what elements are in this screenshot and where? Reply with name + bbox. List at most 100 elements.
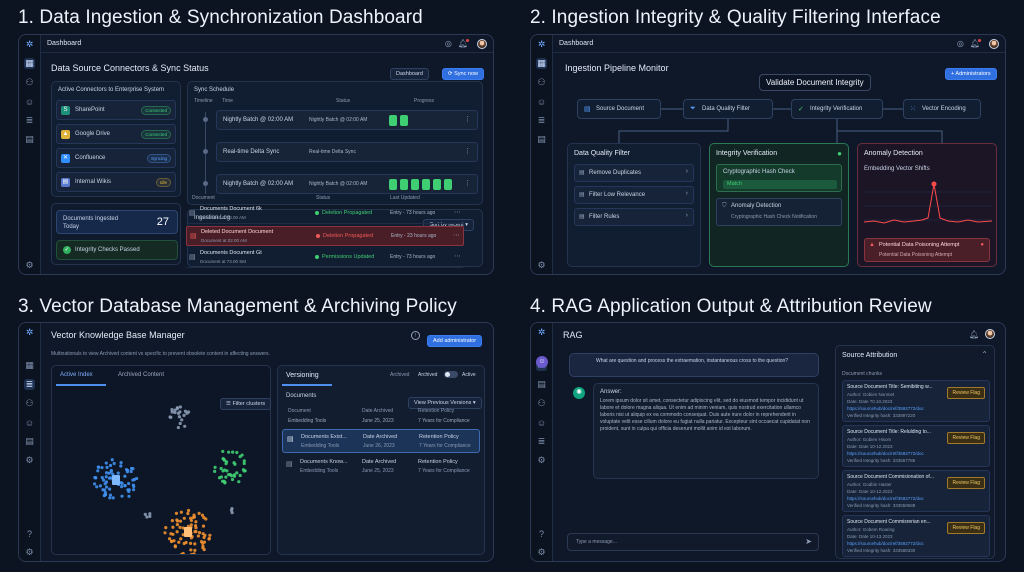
avatar[interactable] (985, 329, 995, 339)
cluster-gray[interactable] (168, 405, 191, 430)
bell-icon[interactable]: 🔔︎ (969, 330, 979, 339)
folder-icon[interactable]: ▤ (24, 436, 35, 447)
dq-item[interactable]: ▤ Remove Duplicates › (574, 164, 694, 182)
more-icon[interactable]: ⋯ (454, 252, 461, 260)
source-link[interactable]: https://sourcehub/doc/ref/3592772/doc (847, 541, 924, 546)
help-icon[interactable]: ? (536, 528, 547, 539)
settings-icon[interactable]: ⚙ (24, 455, 35, 466)
globe-icon[interactable]: ◎ (445, 39, 452, 48)
col-time: Time (222, 98, 233, 104)
log-row[interactable]: ▤ Deleted Document Document Document at 02… (186, 226, 464, 246)
more-icon[interactable]: ⋮ (464, 147, 471, 155)
poisoning-alert[interactable]: ▲ Potential Data Poisoning Attempt ● Pot… (864, 238, 990, 262)
help-icon[interactable]: ? (24, 528, 35, 539)
progress-segment (444, 179, 452, 190)
table-row-selected[interactable]: ▤ Documents Exist... Embedding Tools Dat… (282, 429, 480, 453)
schedule-row[interactable]: Nightly Batch @ 02:00 AM Nightly Batch @ … (216, 174, 478, 194)
row0-date: June 25, 2023 (362, 418, 394, 424)
source-chunk-card[interactable]: Source Document Title: Relulding to... Au… (842, 425, 990, 467)
document-icon (184, 527, 192, 537)
apps-icon[interactable]: ▦ (24, 360, 35, 371)
tab-archived[interactable]: Archived Content (118, 372, 164, 378)
review-flag-button[interactable]: Review Flag (947, 477, 985, 489)
database-icon[interactable]: ≣ (24, 115, 35, 126)
source-link[interactable]: https://sourcehub/doc/ref/3592772/doc (847, 406, 924, 411)
database-icon[interactable]: ≣ (536, 436, 547, 447)
settings-icon[interactable]: ⚙ (536, 455, 547, 466)
check-circle-icon: ● (837, 149, 842, 158)
document-icon[interactable]: ▤ (24, 134, 35, 145)
users-icon[interactable]: ⚇ (536, 398, 547, 409)
settings-icon[interactable]: ⚙ (24, 260, 35, 271)
more-icon[interactable]: ⋮ (464, 115, 471, 123)
cluster-green[interactable] (213, 449, 247, 485)
more-icon[interactable]: ⋯ (454, 208, 461, 216)
anomaly-detection-item[interactable]: ⛉ Anomaly Detection Cryptographic Hash C… (716, 198, 842, 226)
add-admin-button[interactable]: Add administrator (427, 335, 483, 347)
more-icon[interactable]: ⋮ (464, 179, 471, 187)
gear-icon[interactable]: ⚙ (536, 547, 547, 558)
review-flag-button[interactable]: Review Flag (947, 387, 985, 399)
log-row[interactable]: ▤ Documents Document 6k Document at 73.00 … (186, 204, 464, 224)
logo-icon: ✲ (25, 39, 34, 49)
connector-row[interactable]: ✕ Confluence Syncing (56, 148, 176, 168)
connector-row[interactable]: ▲ Google Drive Connected (56, 124, 176, 144)
source-chunk-card[interactable]: Source Document Title: Semibiting w... Au… (842, 380, 990, 422)
breadcrumb: Dashboard (47, 40, 82, 47)
log-row[interactable]: ▤ Documents Document Gt Document at 73.00 … (186, 248, 464, 268)
table-row[interactable]: ▤ Documents Know... Embedding Tools Date… (282, 455, 480, 479)
timeline-dot (203, 149, 208, 154)
archive-toggle[interactable] (444, 371, 458, 378)
more-icon[interactable]: ⋯ (453, 231, 460, 239)
anomaly-point (931, 181, 937, 187)
progress-segment (400, 179, 408, 190)
person-icon[interactable]: ☺ (536, 417, 547, 428)
source-link[interactable]: https://sourcehub/doc/ref/3592772/doc (847, 496, 924, 501)
source-chunk-card[interactable]: Source Document Commisrerian en... Author… (842, 515, 990, 557)
dashboard-button[interactable]: Dashboard (390, 68, 429, 80)
avatar[interactable] (477, 38, 487, 49)
warning-icon: ▲ (869, 242, 875, 248)
user-question: ☺ What are question and process the extr… (536, 353, 819, 377)
vector-shift-chart (864, 181, 992, 224)
connector-row[interactable]: ▤ Internal Wikis Idle (56, 172, 176, 192)
info-icon[interactable]: ! (411, 331, 420, 340)
person-icon[interactable]: ☺ (24, 96, 35, 107)
dq-item[interactable]: ▤ Filter Low Relevance › (574, 186, 694, 204)
cluster-small-a[interactable] (143, 512, 152, 519)
page-title: Vector Knowledge Base Manager (51, 330, 185, 340)
connector-row[interactable]: S SharePoint Connected (56, 100, 176, 120)
review-flag-button[interactable]: Review Flag (947, 432, 985, 444)
topbar: Dashboard ◎ 🔔︎ (41, 35, 493, 53)
tab-active-index[interactable]: Active Index (60, 372, 93, 378)
document-icon[interactable]: ▤ (536, 379, 547, 390)
cluster-plot (92, 405, 247, 554)
message-input[interactable]: Type a message... ➤ (567, 533, 819, 551)
users-icon[interactable]: ⚇ (24, 398, 35, 409)
logo-icon: ✲ (25, 327, 34, 337)
send-icon[interactable]: ➤ (805, 537, 812, 546)
sync-button[interactable]: ⟳ Sync now (442, 68, 484, 80)
review-flag-button[interactable]: Review Flag (947, 522, 985, 534)
users-icon[interactable]: ⚇ (24, 77, 35, 88)
database-icon[interactable]: ≣ (24, 379, 35, 390)
cluster-small-b[interactable] (229, 507, 234, 515)
attr-title: Source Attribution (842, 352, 898, 359)
panel3-heading: 3. Vector Database Management & Archivin… (18, 296, 457, 317)
timeline-dot (203, 117, 208, 122)
panel1-heading: 1. Data Ingestion & Synchronization Dash… (18, 7, 423, 28)
source-chunk-card[interactable]: Source Document Commisionation of... Auth… (842, 470, 990, 512)
description: Multinationals to view Archived content … (51, 351, 270, 357)
grid-icon[interactable]: ▦ (24, 58, 35, 69)
schedule-row[interactable]: Real-time Delta Sync Real-time Delta Sync… (216, 142, 478, 162)
person-icon[interactable]: ☺ (24, 417, 35, 428)
collapse-icon[interactable]: ⌃ (981, 350, 988, 359)
dq-item[interactable]: ▤ Filter Rules › (574, 208, 694, 226)
schedule-row[interactable]: Nightly Batch @ 02:00 AM Nightly Batch @ … (216, 110, 478, 130)
row0-policy: 7 Years for Compliance (418, 418, 470, 424)
gear-icon[interactable]: ⚙ (24, 547, 35, 558)
panel-integrity-filter: ✲ ▦ ⚇ ☺ ≣ ▤ ⚙ Dashboard ◎ 🔔︎ Ingestion P… (530, 34, 1006, 275)
document-icon: ▤ (286, 461, 293, 468)
source-link[interactable]: https://sourcehub/doc/ref/3592772/doc (847, 451, 924, 456)
toggle-label-mid: Archived (418, 372, 438, 378)
